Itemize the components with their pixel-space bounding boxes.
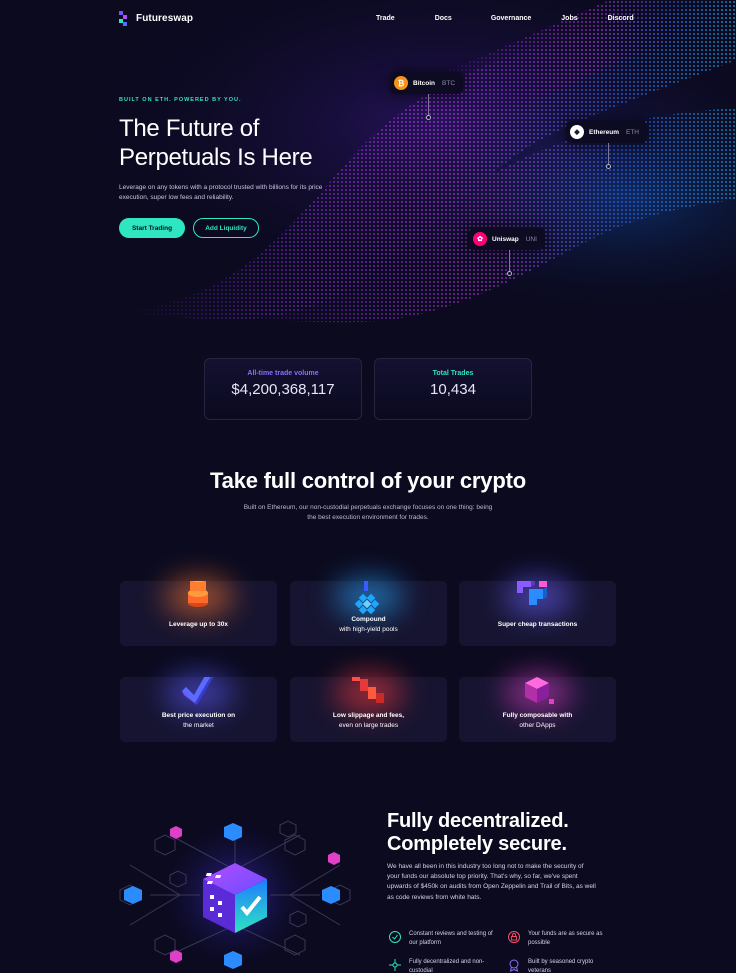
- security-point-text: Fully decentralized and non-custodial: [409, 959, 485, 973]
- token-pin-dot: [507, 271, 512, 276]
- stat-value: $4,200,368,117: [231, 381, 335, 398]
- card-subtitle: with high-yield pools: [339, 626, 398, 633]
- stat-total-trades: Total Trades 10,434: [374, 358, 532, 420]
- stat-value: 10,434: [430, 381, 476, 398]
- ethereum-icon: ◆: [570, 125, 584, 139]
- security-title-line2: Completely secure.: [387, 833, 567, 855]
- token-ticker: UNI: [525, 235, 537, 243]
- feature-card-best-price: Best price execution on the market: [120, 673, 277, 742]
- nav-trade[interactable]: Trade: [376, 15, 395, 22]
- badge-icon: [509, 959, 519, 972]
- brand-name: Futureswap: [136, 13, 194, 24]
- decentralized-network-graphic: [119, 815, 351, 973]
- nav-docs[interactable]: Docs: [435, 15, 452, 22]
- security-title: Fully decentralized. Completely secure.: [387, 810, 637, 856]
- hero-wave-graphic: [0, 0, 736, 360]
- nav-jobs[interactable]: Jobs: [561, 15, 577, 22]
- brand-logo[interactable]: Futureswap: [119, 11, 193, 26]
- token-pin-line: [509, 250, 510, 272]
- token-tag-bitcoin[interactable]: ₿ Bitcoin BTC: [390, 72, 464, 94]
- main-nav: Trade Docs Governance Jobs Discord: [376, 15, 634, 22]
- hero-description: Leverage on any tokens with a protocol t…: [119, 184, 323, 201]
- hero-title-line2: Perpetuals Is Here: [119, 144, 313, 171]
- card-subtitle: other DApps: [519, 722, 556, 729]
- security-description: We have all been in this industry too lo…: [387, 863, 596, 901]
- security-point-text: Built by seasoned crypto veterans: [528, 959, 594, 973]
- card-title: Super cheap transactions: [497, 621, 578, 628]
- card-subtitle: the market: [183, 722, 214, 729]
- review-icon: [389, 931, 401, 943]
- futureswap-logo-icon: [119, 11, 131, 26]
- lock-icon: [508, 931, 520, 943]
- token-pin-line: [428, 94, 429, 116]
- security-point: Your funds are as secure as possible: [507, 930, 617, 947]
- network-icon: [389, 959, 401, 971]
- start-trading-button[interactable]: Start Trading: [119, 218, 185, 238]
- token-ticker: BTC: [442, 79, 456, 87]
- stat-label: All-time trade volume: [247, 370, 319, 377]
- feature-card-cheap-transactions: Super cheap transactions: [459, 577, 616, 646]
- security-point-text: Your funds are as secure as possible: [528, 931, 603, 946]
- hero-title: The Future of Perpetuals Is Here: [119, 114, 379, 172]
- card-subtitle: even on large trades: [338, 722, 399, 729]
- card-title: Fully composable with: [502, 712, 573, 719]
- hero-eyebrow: BUILT ON ETH. POWERED BY YOU.: [119, 97, 242, 103]
- card-title: Low slippage and fees,: [332, 712, 405, 719]
- token-ticker: ETH: [625, 128, 639, 136]
- token-name: Uniswap: [492, 235, 519, 243]
- blocks-icon: [517, 581, 547, 605]
- token-pin-dot: [426, 115, 431, 120]
- features-title: Take full control of your crypto: [210, 468, 526, 493]
- nav-discord[interactable]: Discord: [608, 15, 634, 22]
- token-tag-ethereum[interactable]: ◆ Ethereum ETH: [566, 121, 647, 143]
- security-point: Constant reviews and testing of our plat…: [388, 930, 498, 947]
- token-name: Ethereum: [589, 128, 619, 136]
- security-title-line1: Fully decentralized.: [387, 810, 569, 832]
- stat-trade-volume: All-time trade volume $4,200,368,117: [204, 358, 362, 420]
- stat-label: Total Trades: [432, 370, 474, 377]
- card-title: Leverage up to 30x: [169, 621, 228, 628]
- uniswap-icon: ✿: [473, 232, 487, 246]
- coin-stack-icon: [188, 581, 208, 607]
- feature-card-compound: Compound with high-yield pools: [290, 577, 447, 646]
- feature-card-low-slippage: Low slippage and fees, even on large tra…: [290, 673, 447, 742]
- feature-card-composable: Fully composable with other DApps: [459, 673, 616, 742]
- landing-page: Futureswap Trade Docs Governance Jobs Di…: [0, 0, 736, 973]
- security-point: Built by seasoned crypto veterans: [507, 958, 617, 973]
- token-name: Bitcoin: [413, 79, 436, 87]
- features-description: Built on Ethereum, our non-custodial per…: [243, 504, 493, 521]
- bitcoin-icon: ₿: [394, 76, 408, 90]
- nav-governance[interactable]: Governance: [491, 15, 531, 22]
- card-title: Best price execution on: [161, 712, 236, 719]
- token-pin-dot: [606, 164, 611, 169]
- hero-title-line1: The Future of: [119, 115, 260, 142]
- token-tag-uniswap[interactable]: ✿ Uniswap UNI: [469, 228, 545, 250]
- token-pin-line: [608, 143, 609, 165]
- security-point: Fully decentralized and non-custodial: [388, 958, 498, 973]
- add-liquidity-button[interactable]: Add Liquidity: [193, 218, 259, 238]
- feature-card-leverage: Leverage up to 30x: [120, 577, 277, 646]
- card-title: Compound: [351, 616, 386, 623]
- security-point-text: Constant reviews and testing of our plat…: [409, 931, 493, 946]
